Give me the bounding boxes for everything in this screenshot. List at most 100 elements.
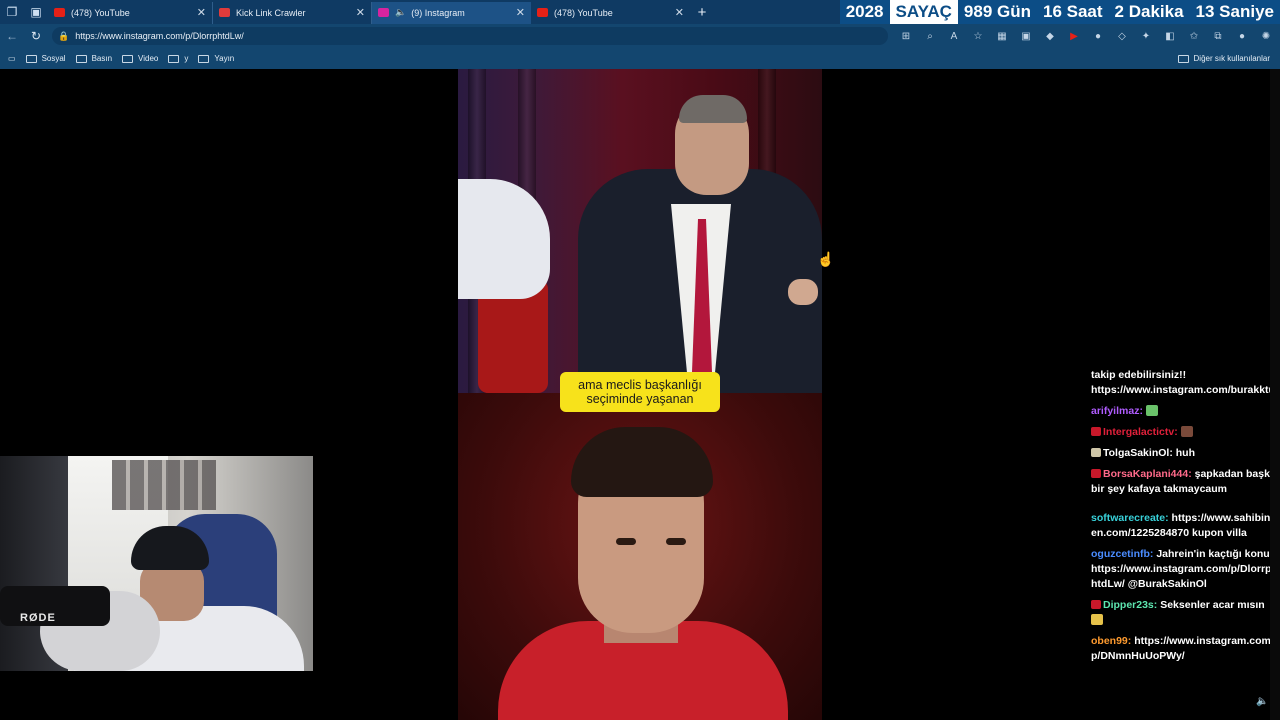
counter-label: SAYAÇ — [889, 0, 958, 24]
volume-icon[interactable]: 🔈 — [1256, 696, 1268, 707]
speaker-icon[interactable]: 🔈 — [395, 7, 406, 18]
other-favorites[interactable]: Diğer sık kullanılanlar — [1177, 48, 1270, 69]
split-screen-icon[interactable]: ◧ — [1158, 31, 1182, 42]
emote-icon — [1091, 614, 1103, 625]
extension-5-icon[interactable]: ◇ — [1110, 31, 1134, 42]
video-frame-top[interactable] — [458, 69, 822, 393]
chat-message: BorsaKaplani444: şapkadan başka bir şey … — [1091, 467, 1277, 497]
bookmarks-bar: ▭ Sosyal Basın Video y Yayın Diğer sık k… — [0, 48, 1280, 69]
chat-username: Dipper23s: — [1103, 599, 1158, 611]
chat-message: takip edebilirsiniz!! https://www.instag… — [1091, 368, 1280, 398]
counter-minutes: 2 Dakika — [1114, 2, 1184, 21]
youtube-icon — [537, 8, 548, 17]
subscriber-badge-icon — [1091, 469, 1101, 478]
url-text: https://www.instagram.com/p/DlorrphtdLw/ — [75, 31, 244, 41]
bookmark-label: Sosyal — [41, 54, 66, 63]
mic-brand-logo: RØDE — [20, 612, 56, 624]
bookmark-folder[interactable]: Video — [122, 54, 158, 63]
bookmark-label: y — [184, 54, 189, 63]
speaker-hand — [788, 279, 818, 305]
extension-1-icon[interactable]: ▦ — [990, 31, 1014, 42]
lock-icon[interactable]: 🔒 — [58, 31, 69, 42]
caption-line: ama meclis başkanlığı — [578, 378, 702, 392]
youtube-icon — [54, 8, 65, 17]
chat-message: softwarecreate: https://www.sahibinden.c… — [1091, 511, 1277, 541]
extension-2-icon[interactable]: ▣ — [1014, 31, 1038, 42]
workspaces-icon[interactable]: ❐ — [0, 0, 24, 24]
emote-icon — [1145, 405, 1158, 416]
address-toolbar: ← ↻ 🔒 https://www.instagram.com/p/Dlorrp… — [0, 24, 1280, 48]
caption-line: seçiminde yaşanan — [586, 392, 694, 406]
folder-icon — [168, 54, 180, 63]
chat-text: huh — [1175, 447, 1195, 459]
tab-title: (478) YouTube — [71, 7, 130, 18]
page-content: ama meclis başkanlığı seçiminde yaşanan … — [0, 69, 1280, 720]
tab-kick-crawler[interactable]: Kick Link Crawler ✕ — [213, 1, 372, 24]
chat-message: arifyilmaz: — [1091, 404, 1277, 419]
close-icon[interactable]: ✕ — [197, 6, 206, 19]
guest-arm — [458, 179, 550, 299]
subscriber-badge-icon — [1091, 600, 1101, 609]
bookmark-folder[interactable]: Yayın — [198, 54, 234, 63]
instagram-icon — [378, 8, 389, 17]
close-icon[interactable]: ✕ — [356, 6, 365, 19]
app-available-icon[interactable]: ⊞ — [894, 31, 918, 42]
tab-actions-icon[interactable]: ▣ — [24, 0, 48, 24]
emote-icon — [1180, 426, 1193, 437]
folder-icon — [75, 54, 87, 63]
refresh-icon[interactable]: ↻ — [24, 29, 48, 43]
extension-4-icon[interactable]: ● — [1086, 31, 1110, 42]
chat-text: takip edebilirsiniz!! https://www.instag… — [1091, 369, 1280, 396]
presenter-hair — [571, 427, 713, 497]
chat-overlay: takip edebilirsiniz!! https://www.instag… — [1091, 368, 1280, 670]
subscriber-badge-icon — [1091, 427, 1101, 436]
extension-3-icon[interactable]: ◆ — [1038, 31, 1062, 42]
chat-message: oguzcetinfb: Jahrein'in kaçtığı konu htt… — [1091, 547, 1277, 592]
chat-badge-icon — [1091, 448, 1101, 457]
chat-message: Dipper23s: Seksenler acar mısın — [1091, 598, 1277, 628]
close-icon[interactable]: ✕ — [516, 6, 525, 19]
tab-instagram[interactable]: 🔈 (9) Instagram ✕ — [372, 1, 531, 24]
favorite-star-icon[interactable]: ☆ — [966, 31, 990, 42]
extensions-puzzle-icon[interactable]: ✦ — [1134, 31, 1158, 42]
avatar[interactable]: ● — [1230, 31, 1254, 42]
chat-username: oguzcetinfb: — [1091, 548, 1154, 560]
bookmark-folder[interactable]: y — [168, 54, 188, 63]
bookmark-folder[interactable]: Basın — [75, 54, 112, 63]
address-field[interactable]: 🔒 https://www.instagram.com/p/DlorrphtdL… — [52, 27, 888, 45]
chat-username: BorsaKaplani444: — [1103, 468, 1192, 480]
tab-youtube-1[interactable]: (478) YouTube ✕ — [48, 1, 213, 24]
collections-icon[interactable]: ⧉ — [1206, 31, 1230, 42]
chat-username: arifyilmaz: — [1091, 405, 1143, 417]
presenter-eye — [616, 538, 636, 545]
close-icon[interactable]: ✕ — [675, 6, 684, 19]
chat-message: oben99: https://www.instagram.com/p/DNmn… — [1091, 634, 1277, 664]
bookmark-folder[interactable]: Sosyal — [25, 54, 66, 63]
speaker-hair — [679, 95, 747, 123]
read-aloud-icon[interactable]: A — [942, 31, 966, 42]
tab-youtube-2[interactable]: (478) YouTube ✕ — [531, 2, 690, 24]
folder-icon — [198, 54, 210, 63]
zoom-icon[interactable]: ⌕ — [918, 31, 942, 42]
bookmarks-menu-icon[interactable]: ▭ — [8, 54, 16, 63]
extension-youtube-icon[interactable]: ▶ — [1062, 31, 1086, 42]
back-icon[interactable]: ← — [0, 29, 24, 43]
counter-hours: 16 Saat — [1043, 2, 1103, 21]
chat-message: TolgaSakinOl: huh — [1091, 446, 1277, 461]
favorites-icon[interactable]: ✩ — [1182, 31, 1206, 42]
folder-icon — [122, 54, 134, 63]
copilot-icon[interactable]: ✺ — [1254, 31, 1278, 42]
video-caption: ama meclis başkanlığı seçiminde yaşanan — [560, 372, 720, 412]
bookmark-label: Yayın — [214, 54, 235, 63]
scrollbar[interactable] — [1270, 69, 1280, 720]
new-tab-button[interactable]: + — [690, 4, 714, 21]
folder-icon — [1177, 54, 1189, 63]
webcam-wall-frames — [112, 460, 216, 510]
chat-username: TolgaSakinOl: — [1103, 447, 1173, 459]
webcam-overlay: RØDE — [0, 456, 313, 671]
other-favorites-label: Diğer sık kullanılanlar — [1193, 54, 1270, 63]
toolbar-icons: ⊞ ⌕ A ☆ ▦ ▣ ◆ ▶ ● ◇ ✦ ◧ ✩ ⧉ ● ✺ — [894, 31, 1278, 42]
kick-icon — [219, 8, 230, 17]
video-frame-bottom[interactable] — [458, 393, 822, 720]
presenter-eye — [666, 538, 686, 545]
